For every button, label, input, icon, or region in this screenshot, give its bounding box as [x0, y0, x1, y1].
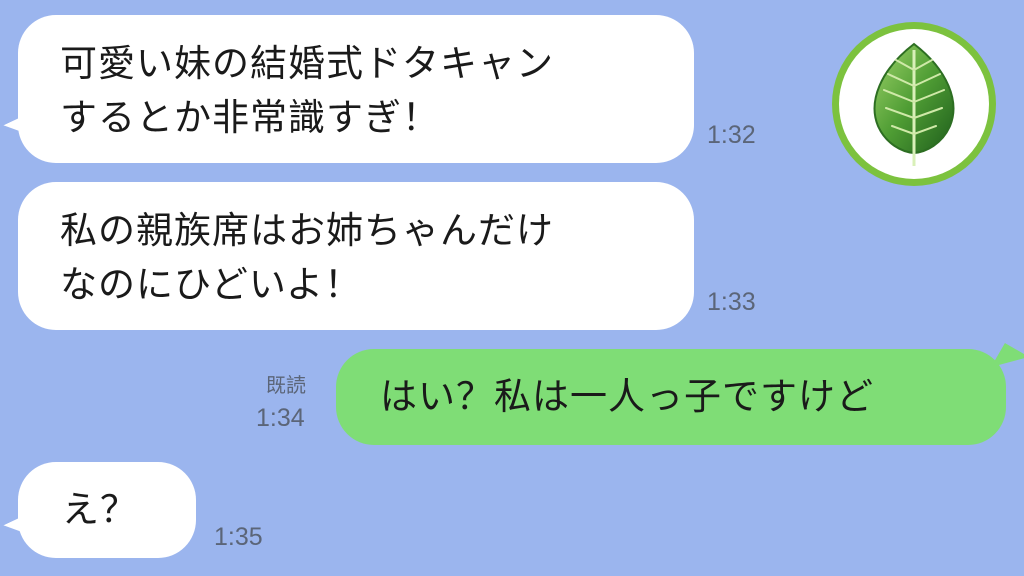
message-text-line: 可愛い妹の結婚式ドタキャン [60, 42, 554, 85]
message-text: はい？私は一人っ子ですけど [380, 375, 874, 418]
message-timestamp: 1:33 [707, 288, 756, 316]
avatar[interactable] [832, 22, 996, 186]
message-bubble-received[interactable]: 可愛い妹の結婚式ドタキャン するとか非常識すぎ！ [18, 15, 694, 163]
message-text-line: 私の親族席はお姉ちゃんだけ [60, 209, 554, 252]
message-timestamp: 1:32 [707, 121, 756, 149]
avatar-frame [839, 29, 989, 179]
message-text-line: するとか非常識すぎ！ [60, 96, 440, 139]
message-timestamp: 1:34 [256, 404, 305, 432]
read-receipt: 既読 [266, 373, 306, 397]
leaf-icon [873, 42, 955, 166]
message-timestamp: 1:35 [214, 523, 263, 551]
message-bubble-received[interactable]: 私の親族席はお姉ちゃんだけ なのにひどいよ！ [18, 182, 694, 330]
message-bubble-received[interactable]: え？ [18, 462, 196, 558]
message-text: え？ [62, 488, 138, 531]
message-bubble-sent[interactable]: はい？私は一人っ子ですけど [336, 349, 1006, 445]
message-text-line: なのにひどいよ！ [60, 263, 363, 306]
